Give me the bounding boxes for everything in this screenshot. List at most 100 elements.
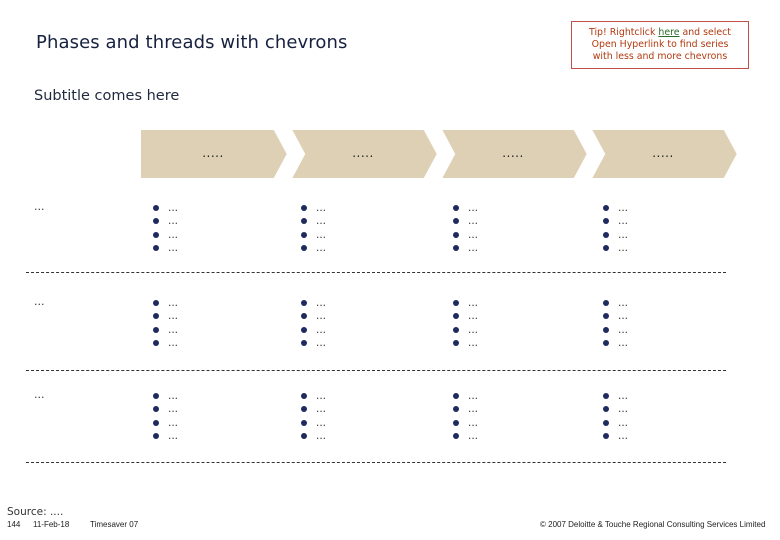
bullet-item: ... <box>603 242 628 256</box>
page-number: 144 <box>7 520 21 529</box>
bullet-text: ... <box>618 323 629 336</box>
bullet-dot-icon <box>153 406 159 413</box>
phase-chevron-label: ..... <box>502 146 524 160</box>
thread-cell: ............ <box>603 201 628 255</box>
thread-separator <box>26 462 726 463</box>
bullet-dot-icon <box>301 326 307 333</box>
bullet-text: ... <box>468 228 479 241</box>
bullet-item: ... <box>453 337 478 351</box>
bullet-text: ... <box>468 430 479 443</box>
bullet-dot-icon <box>453 231 459 238</box>
bullet-item: ... <box>453 416 478 430</box>
bullet-dot-icon <box>153 204 159 211</box>
thread-cell: ............ <box>153 201 178 255</box>
bullet-dot-icon <box>603 313 609 320</box>
bullet-item: ... <box>301 215 326 229</box>
bullet-dot-icon <box>453 218 459 225</box>
bullet-dot-icon <box>453 245 459 252</box>
bullet-item: ... <box>301 430 326 444</box>
bullet-item: ... <box>153 242 178 256</box>
bullet-dot-icon <box>603 218 609 225</box>
bullet-dot-icon <box>153 340 159 347</box>
bullet-item: ... <box>301 416 326 430</box>
bullet-text: ... <box>618 228 629 241</box>
bullet-text: ... <box>168 310 179 323</box>
thread-cell: ............ <box>301 389 326 443</box>
bullet-text: ... <box>618 215 629 228</box>
bullet-text: ... <box>618 389 629 402</box>
bullet-dot-icon <box>301 433 307 440</box>
bullet-item: ... <box>301 403 326 417</box>
bullet-dot-icon <box>603 340 609 347</box>
bullet-text: ... <box>468 296 479 309</box>
bullet-text: ... <box>316 430 327 443</box>
bullet-dot-icon <box>301 245 307 252</box>
bullet-item: ... <box>153 389 178 403</box>
thread-cell: ............ <box>453 296 478 350</box>
bullet-item: ... <box>153 323 178 337</box>
bullet-text: ... <box>168 389 179 402</box>
phase-chevron-label: ..... <box>352 146 374 160</box>
bullet-text: ... <box>468 416 479 429</box>
bullet-dot-icon <box>153 231 159 238</box>
bullet-text: ... <box>618 430 629 443</box>
bullet-item: ... <box>603 215 628 229</box>
bullet-text: ... <box>468 389 479 402</box>
thread-cell: ............ <box>603 389 628 443</box>
thread-cell: ............ <box>301 201 326 255</box>
bullet-dot-icon <box>603 433 609 440</box>
bullet-item: ... <box>453 242 478 256</box>
bullet-text: ... <box>168 323 179 336</box>
bullet-text: ... <box>168 403 179 416</box>
bullet-text: ... <box>468 201 479 214</box>
bullet-text: ... <box>316 337 327 350</box>
bullet-text: ... <box>468 403 479 416</box>
bullet-dot-icon <box>301 204 307 211</box>
bullet-item: ... <box>453 228 478 242</box>
phase-chevron-label: ..... <box>202 146 224 160</box>
bullet-item: ... <box>153 403 178 417</box>
bullet-text: ... <box>618 337 629 350</box>
bullet-dot-icon <box>153 433 159 440</box>
bullet-item: ... <box>603 228 628 242</box>
bullet-item: ... <box>603 416 628 430</box>
thread-label: ... <box>34 295 45 308</box>
bullet-item: ... <box>301 228 326 242</box>
bullet-dot-icon <box>153 245 159 252</box>
bullet-dot-icon <box>603 392 609 399</box>
bullet-dot-icon <box>153 299 159 306</box>
bullet-item: ... <box>301 242 326 256</box>
bullet-dot-icon <box>153 313 159 320</box>
bullet-item: ... <box>603 323 628 337</box>
thread-cell: ............ <box>301 296 326 350</box>
bullet-dot-icon <box>453 406 459 413</box>
bullet-dot-icon <box>453 340 459 347</box>
bullet-item: ... <box>453 403 478 417</box>
bullet-dot-icon <box>453 299 459 306</box>
thread-cell: ............ <box>603 296 628 350</box>
source-note: Source: .... <box>7 506 64 518</box>
bullet-text: ... <box>316 201 327 214</box>
bullet-text: ... <box>316 310 327 323</box>
bullet-dot-icon <box>453 313 459 320</box>
bullet-item: ... <box>603 337 628 351</box>
bullet-text: ... <box>618 296 629 309</box>
bullet-dot-icon <box>603 299 609 306</box>
bullet-dot-icon <box>603 326 609 333</box>
template-name: Timesaver 07 <box>90 520 139 529</box>
bullet-dot-icon <box>153 326 159 333</box>
bullet-dot-icon <box>453 433 459 440</box>
bullet-dot-icon <box>603 231 609 238</box>
thread-label: ... <box>34 388 45 401</box>
bullet-text: ... <box>316 228 327 241</box>
bullet-text: ... <box>618 242 629 255</box>
thread-cell: ............ <box>453 201 478 255</box>
thread-cell: ............ <box>453 389 478 443</box>
bullet-dot-icon <box>301 419 307 426</box>
bullet-dot-icon <box>301 392 307 399</box>
bullet-item: ... <box>603 430 628 444</box>
bullet-dot-icon <box>153 392 159 399</box>
bullet-item: ... <box>153 228 178 242</box>
bullet-item: ... <box>153 201 178 215</box>
thread-separator <box>26 370 726 371</box>
